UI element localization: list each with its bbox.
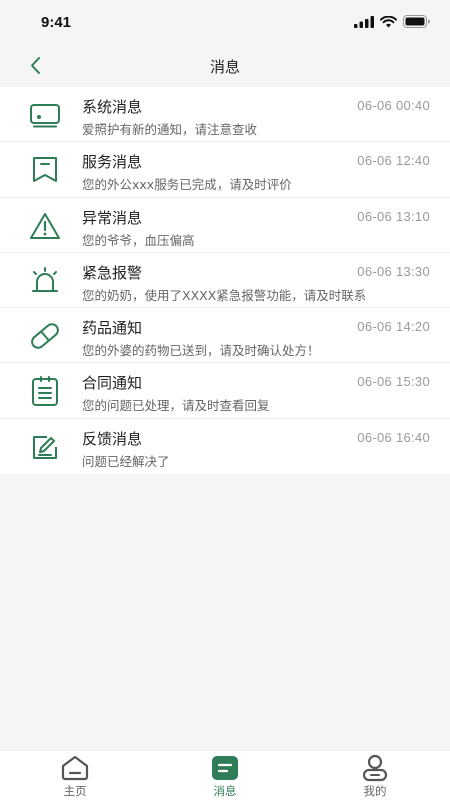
message-subtitle: 您的奶奶，使用了XXXX紧急报警功能，请及时联系 [82,287,367,303]
message-subtitle: 您的问题已处理，请及时查看回复 [82,398,270,414]
monitor-icon [27,99,63,131]
pill-icon [27,320,63,352]
page-title: 消息 [209,58,240,76]
message-title: 系统消息 [82,98,143,116]
message-time: 06-06 16:40 [357,429,430,445]
message-icon [210,754,240,782]
message-row-abnormal[interactable]: 异常消息 您的爷爷，血压偏高 06-06 13:10 [0,198,450,253]
service-flag-icon [27,154,63,186]
message-title: 紧急报警 [82,263,143,282]
message-title: 反馈消息 [82,429,143,448]
message-subtitle: 问题已经解决了 [82,453,170,469]
tab-label: 消息 [213,784,237,798]
status-bar: 9:41 [0,0,450,44]
message-row-system[interactable]: 系统消息 爱照护有新的通知，请注意查收 06-06 00:40 [0,87,450,143]
message-row-medicine[interactable]: 药品通知 您的外婆的药物已送到，请及时确认处方！ 06-06 14:20 [0,308,450,364]
feedback-edit-icon [27,431,63,463]
battery-icon [403,15,430,28]
tab-profile[interactable]: 我的 [300,751,450,800]
nav-bar: 消息 [0,44,450,88]
message-title: 合同通知 [82,374,143,393]
tab-label: 我的 [363,784,387,798]
message-subtitle: 您的外公xxx服务已完成，请及时评价 [82,177,292,193]
tab-messages[interactable]: 消息 [150,751,300,800]
alarm-siren-icon [27,265,63,297]
message-title: 异常消息 [82,208,143,227]
status-time: 9:41 [41,14,72,31]
message-title: 服务消息 [82,153,143,172]
message-title: 药品通知 [82,319,143,338]
message-time: 06-06 12:40 [357,153,430,169]
tab-bar: 主页 消息 我的 [0,750,450,800]
message-time: 06-06 13:10 [357,208,430,224]
home-icon [60,754,90,782]
signal-icon [354,15,374,28]
message-time: 06-06 15:30 [357,374,430,390]
message-subtitle: 您的外婆的药物已送到，请及时确认处方！ [82,343,320,359]
wifi-icon [380,15,397,27]
message-row-feedback[interactable]: 反馈消息 问题已经解决了 06-06 16:40 [0,419,450,474]
clipboard-icon [27,375,63,407]
message-time: 06-06 13:30 [357,263,430,279]
status-icons [354,15,430,28]
message-row-contract[interactable]: 合同通知 您的问题已处理，请及时查看回复 06-06 15:30 [0,363,450,419]
message-time: 06-06 00:40 [357,98,430,113]
message-subtitle: 爱照护有新的通知，请注意查收 [82,122,258,137]
message-row-emergency[interactable]: 紧急报警 您的奶奶，使用了XXXX紧急报警功能，请及时联系 06-06 13:3… [0,253,450,309]
warning-icon [27,210,63,242]
message-list: 系统消息 爱照护有新的通知，请注意查收 06-06 00:40 服务消息 您的外… [0,87,450,475]
message-time: 06-06 14:20 [357,319,430,335]
message-subtitle: 您的爷爷，血压偏高 [82,232,195,248]
message-row-service[interactable]: 服务消息 您的外公xxx服务已完成，请及时评价 06-06 12:40 [0,142,450,198]
user-icon [360,754,390,782]
tab-label: 主页 [63,784,87,798]
tab-home[interactable]: 主页 [0,751,150,800]
